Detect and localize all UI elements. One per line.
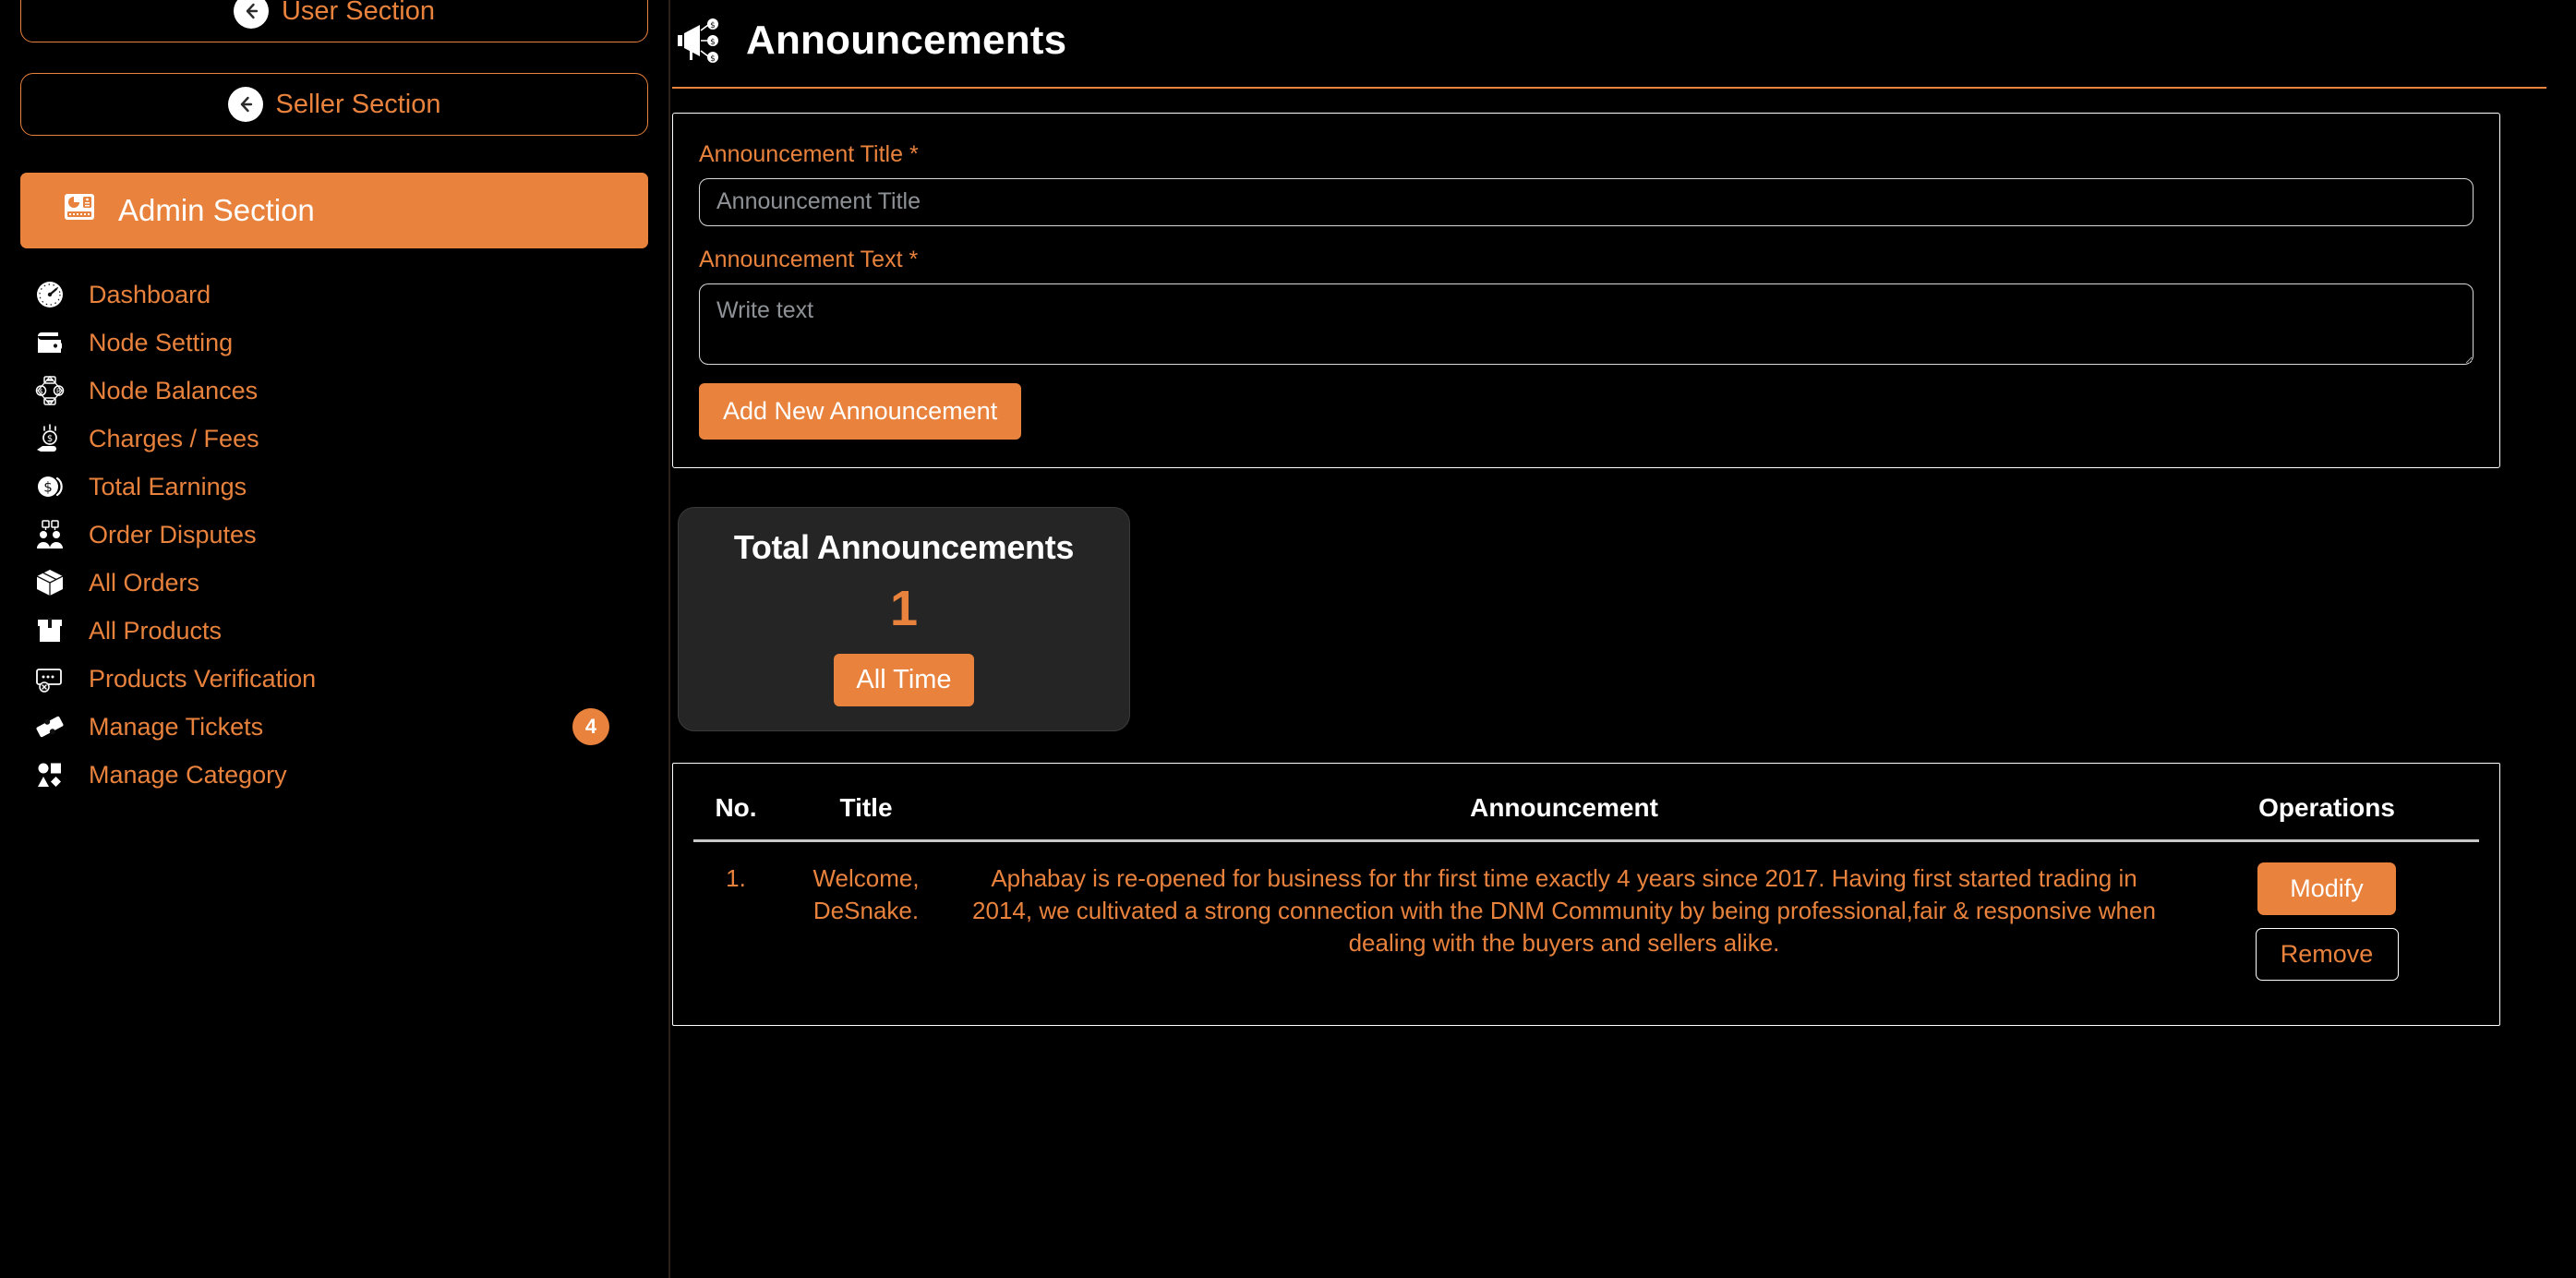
announcement-title-input[interactable] [699, 177, 2474, 226]
megaphone-coins-icon: $ $ $ [672, 11, 731, 70]
sidebar-section-admin-label: Admin Section [118, 193, 315, 227]
sidebar-section-admin[interactable]: Admin Section [20, 173, 648, 248]
announcements-table: No. Title Announcement Operations 1. Wel… [693, 779, 2479, 1001]
hand-coin-icon: $ [31, 420, 68, 457]
svg-text:$: $ [710, 38, 716, 47]
main-content: $ $ $ Announcements Announcement Title * [672, 0, 2576, 1278]
sidebar-section-seller[interactable]: Seller Section [20, 73, 648, 136]
required-mark: * [909, 246, 919, 272]
sidebar-item-manage-category[interactable]: Manage Category [20, 751, 648, 799]
column-header-announcement: Announcement [954, 779, 2174, 842]
app-root: User Section Seller Section Admin Sectio… [0, 0, 2576, 1278]
svg-text:$: $ [47, 434, 53, 444]
announcement-text-label: Announcement Text * [699, 247, 2474, 273]
required-mark: * [909, 140, 919, 167]
two-people-icon [31, 516, 68, 553]
sidebar-item-label: Charges / Fees [89, 424, 259, 452]
sidebar-item-label: Dashboard [89, 280, 211, 308]
column-header-operations: Operations [2174, 779, 2479, 842]
table-header-row: No. Title Announcement Operations [693, 779, 2479, 842]
dashboard-panel-icon [61, 188, 98, 233]
remove-button[interactable]: Remove [2255, 927, 2399, 981]
coin-icon: $ [31, 468, 68, 505]
sidebar-item-label: Products Verification [89, 664, 317, 693]
sidebar-item-label: Manage Category [89, 760, 287, 789]
svg-text:$: $ [710, 21, 716, 30]
sidebar-item-label: Node Setting [89, 328, 234, 356]
svg-text:B: B [56, 387, 61, 395]
all-time-button[interactable]: All Time [834, 653, 974, 706]
total-announcements-card: Total Announcements 1 All Time [678, 506, 1130, 731]
announcement-text-input[interactable] [699, 283, 2474, 365]
verify-card-icon [31, 660, 68, 697]
sidebar-item-dashboard[interactable]: Dashboard [20, 271, 648, 319]
announcement-text-label-text: Announcement Text [699, 246, 903, 272]
ticket-icon [31, 708, 68, 745]
announcement-title-label: Announcement Title * [699, 141, 2474, 168]
sidebar-item-all-orders[interactable]: All Orders [20, 559, 648, 607]
back-arrow-icon [233, 0, 269, 29]
sidebar: User Section Seller Section Admin Sectio… [0, 0, 670, 1278]
open-box-icon [31, 612, 68, 649]
sidebar-section-seller-label: Seller Section [275, 89, 441, 119]
status-badge: 4 [572, 708, 609, 745]
sidebar-item-all-products[interactable]: All Products [20, 607, 648, 655]
shapes-icon [31, 756, 68, 793]
modify-button[interactable]: Modify [2257, 862, 2396, 915]
announcements-table-container: No. Title Announcement Operations 1. Wel… [672, 762, 2500, 1026]
sidebar-item-label: Manage Tickets [89, 712, 264, 741]
sidebar-nav: Dashboard Node Setting $ B Node Balances… [20, 271, 648, 799]
back-arrow-icon [227, 87, 263, 122]
sidebar-item-label: Order Disputes [89, 520, 257, 549]
sidebar-item-order-disputes[interactable]: Order Disputes [20, 511, 648, 559]
stat-card-title: Total Announcements [733, 527, 1075, 566]
sidebar-item-label: Node Balances [89, 376, 259, 404]
wallet-icon [31, 324, 68, 361]
sidebar-item-charges-fees[interactable]: $ Charges / Fees [20, 415, 648, 463]
sidebar-item-node-balances[interactable]: $ B Node Balances [20, 367, 648, 415]
sidebar-item-label: All Products [89, 616, 223, 645]
table-row: 1. Welcome, DeSnake. Aphabay is re-opene… [693, 840, 2479, 1001]
sidebar-section-user-label: User Section [281, 0, 435, 26]
speedometer-icon [31, 276, 68, 313]
svg-text:$: $ [39, 387, 43, 395]
add-new-announcement-button[interactable]: Add New Announcement [699, 382, 1022, 440]
header-divider [672, 87, 2546, 89]
cell-operations: Modify Remove [2174, 840, 2479, 1001]
sidebar-item-label: Total Earnings [89, 472, 247, 500]
stat-card-value: 1 [889, 580, 919, 636]
announcement-title-label-text: Announcement Title [699, 140, 903, 167]
sidebar-item-products-verification[interactable]: Products Verification [20, 655, 648, 703]
svg-text:$: $ [710, 54, 716, 64]
sidebar-item-manage-tickets[interactable]: Manage Tickets 4 [20, 703, 648, 751]
cell-announcement: Aphabay is re-opened for business for th… [972, 863, 2156, 957]
svg-text:$: $ [43, 479, 53, 496]
sidebar-item-total-earnings[interactable]: $ Total Earnings [20, 463, 648, 511]
column-header-title: Title [778, 779, 954, 842]
cell-title: Welcome, DeSnake. [813, 863, 920, 924]
page-title: Announcements [746, 18, 1067, 63]
sidebar-item-label: All Orders [89, 568, 200, 597]
box-icon [31, 564, 68, 601]
sidebar-section-user[interactable]: User Section [20, 0, 648, 42]
page-header: $ $ $ Announcements [672, 0, 2546, 87]
column-header-no: No. [693, 779, 778, 842]
announcement-form-card: Announcement Title * Announcement Text *… [672, 112, 2500, 468]
cell-no: 1. [726, 863, 746, 892]
sidebar-item-node-setting[interactable]: Node Setting [20, 319, 648, 367]
node-exchange-icon: $ B [31, 372, 68, 409]
